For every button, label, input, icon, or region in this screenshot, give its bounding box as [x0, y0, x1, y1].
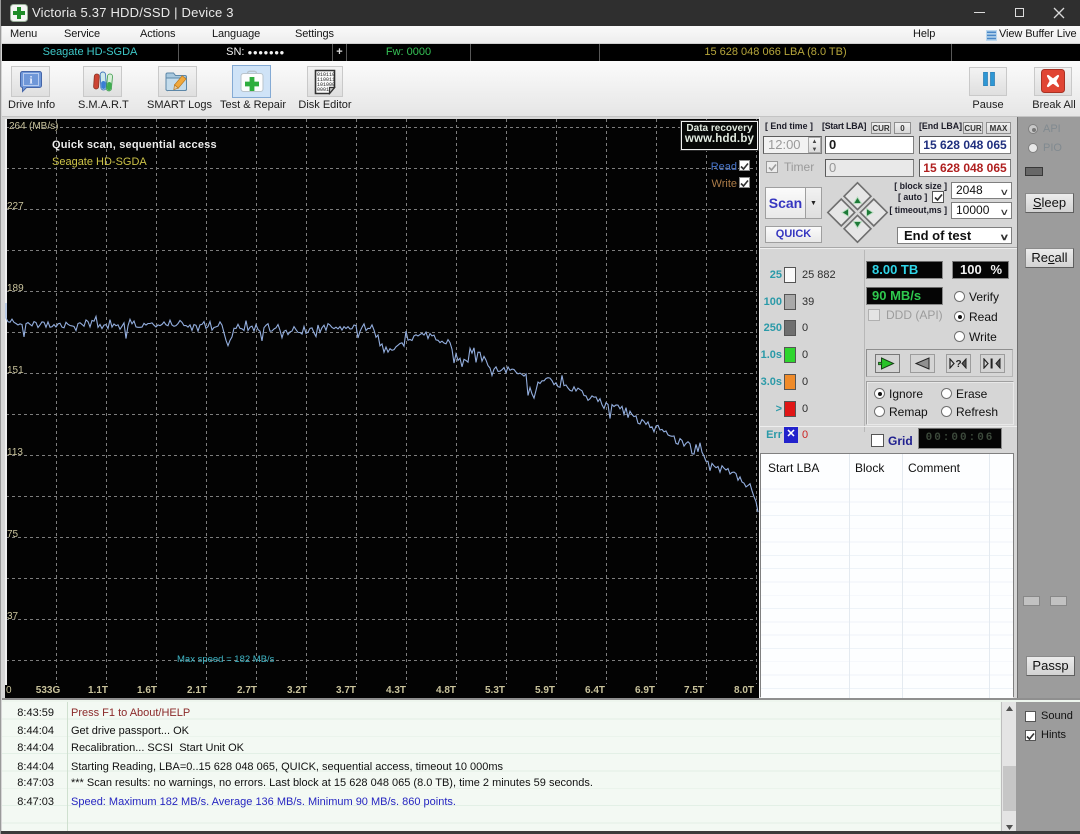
svg-text:0001: 0001	[317, 87, 329, 93]
svg-text:?: ?	[956, 359, 962, 369]
svg-text:i: i	[29, 75, 32, 87]
